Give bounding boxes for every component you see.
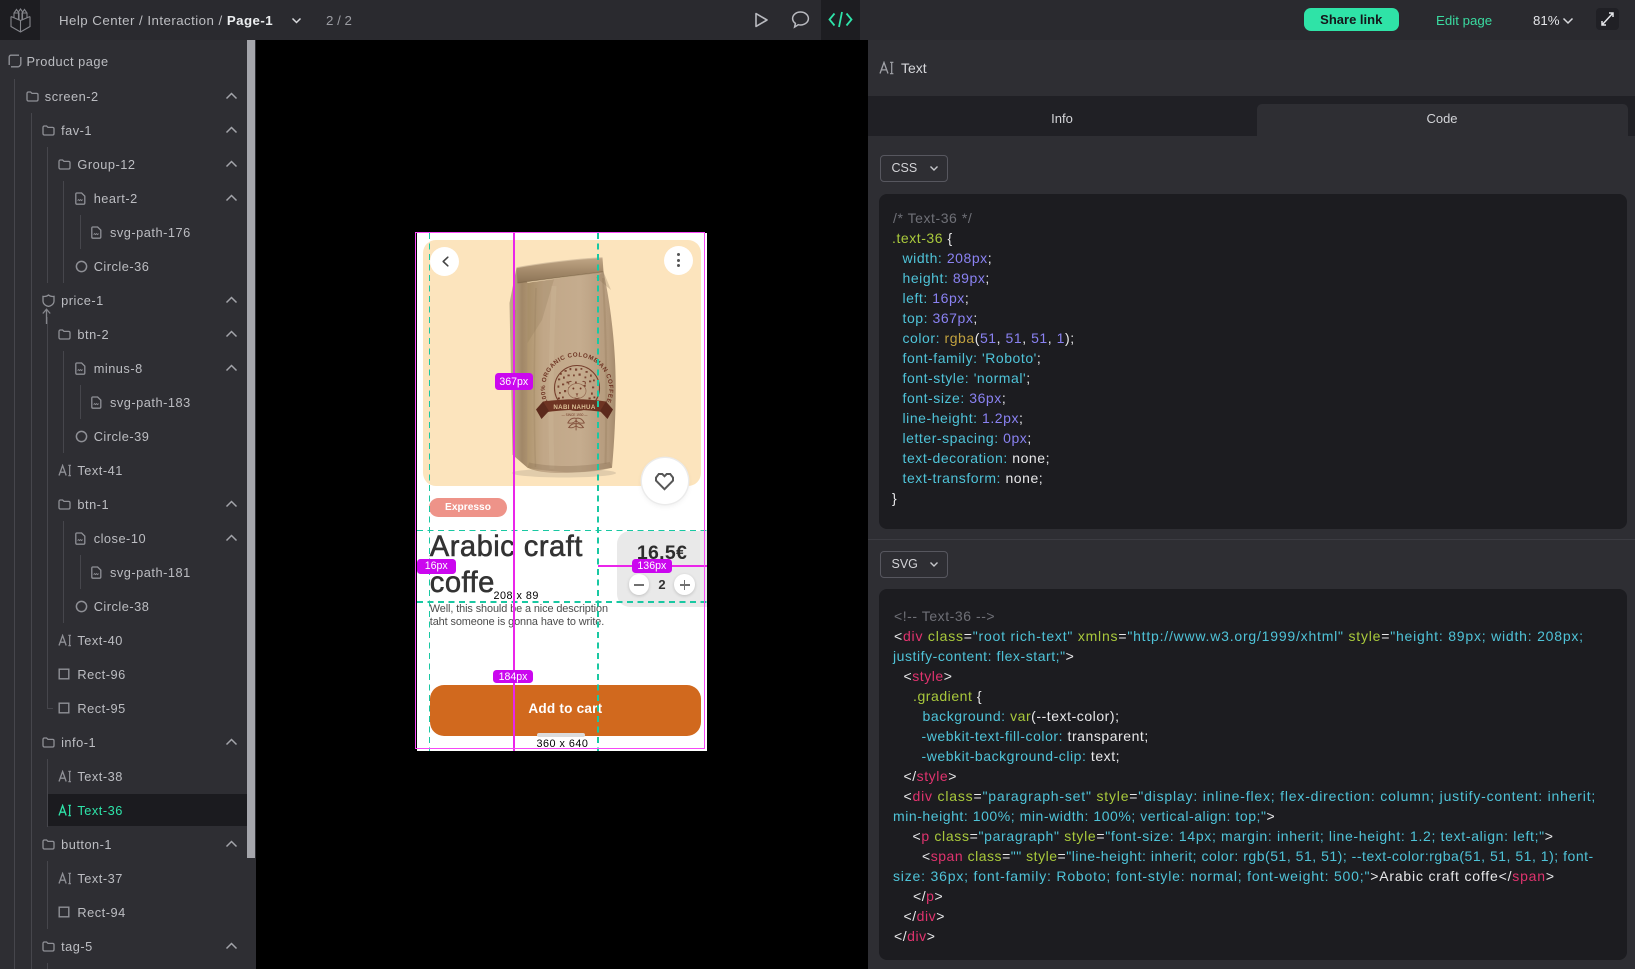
svg-text:NABI NAHUA: NABI NAHUA (553, 404, 595, 411)
svg-text:— SINCE 1930 —: — SINCE 1930 — (561, 413, 588, 417)
